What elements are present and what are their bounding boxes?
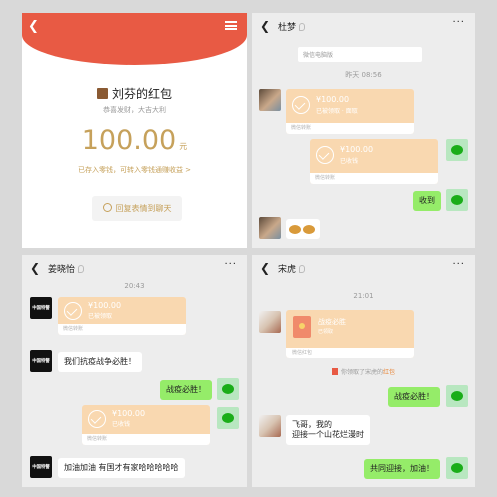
timestamp: 昨天 08:56 xyxy=(345,71,382,79)
check-icon xyxy=(316,146,334,164)
red-packet-icon xyxy=(293,316,311,338)
transfer-amount: ¥100.00 xyxy=(340,145,374,154)
red-packet-name: 战疫必胜 xyxy=(318,318,346,326)
red-packet-status: 已领取 xyxy=(318,329,334,335)
message-bubble[interactable]: 共同迎接，加油！ xyxy=(364,459,440,479)
amount-unit: 元 xyxy=(179,142,188,151)
sender-avatar xyxy=(96,88,108,99)
claim-text: 你领取了宋虎的 xyxy=(340,369,383,376)
red-packet-footer: 微信红包 xyxy=(286,348,414,358)
message-bubble[interactable]: 战疫必胜！ xyxy=(160,380,212,400)
red-packet-sender: 刘芬的红包 xyxy=(22,85,247,102)
avatar[interactable] xyxy=(259,89,281,111)
message-bubble[interactable]: 收到 xyxy=(413,191,441,211)
chat-title: 姜晓怡 xyxy=(48,262,85,275)
avatar[interactable]: 中国特警 xyxy=(30,297,52,319)
transfer-status: 已收钱 xyxy=(340,158,359,165)
chat-panel-songhu: ❮ 宋虎 ··· 21:01 战疫必胜 已领取 微信红包 你领取了宋虎的红包 战… xyxy=(252,255,475,487)
claim-notice: 你领取了宋虎的红包 xyxy=(252,367,475,376)
sender-name: 刘芬的红包 xyxy=(111,87,172,101)
food-shape xyxy=(303,225,315,234)
chat-title: 宋虎 xyxy=(278,262,306,275)
food-shape xyxy=(289,225,301,234)
avatar-label: 中国特警 xyxy=(32,463,50,470)
contact-name: 杜梦 xyxy=(278,23,297,33)
chat-header: ❮ 宋虎 ··· xyxy=(252,255,475,283)
transfer-amount: ¥100.00 xyxy=(88,301,122,310)
transfer-footer: 微信转账 xyxy=(58,324,186,335)
system-message: 微信电脑版 xyxy=(298,47,422,62)
transfer-card[interactable]: ¥100.00 已被领取 · 面取 微信转账 xyxy=(286,89,414,134)
my-avatar[interactable] xyxy=(446,385,468,407)
avatar-label: 中国特警 xyxy=(32,357,50,364)
ear-icon xyxy=(78,265,85,273)
red-packet-note[interactable]: 已存入零钱，可转入零钱通赚收益 > xyxy=(22,165,247,175)
sticker-message[interactable] xyxy=(286,219,320,239)
message-line: 飞哥，我的 xyxy=(292,420,332,429)
back-icon[interactable]: ❮ xyxy=(260,261,270,275)
check-icon xyxy=(292,96,310,114)
back-icon[interactable]: ❮ xyxy=(28,19,39,34)
chat-header: ❮ 杜梦 ··· xyxy=(252,13,475,41)
transfer-footer: 微信转账 xyxy=(310,173,438,184)
menu-icon[interactable] xyxy=(225,21,237,30)
my-avatar[interactable] xyxy=(446,457,468,479)
avatar[interactable] xyxy=(259,311,281,333)
avatar[interactable] xyxy=(259,415,281,437)
transfer-card[interactable]: ¥100.00 已收钱 微信转账 xyxy=(310,139,438,184)
more-icon[interactable]: ··· xyxy=(452,259,465,270)
reply-label: 回复表情到聊天 xyxy=(115,204,172,213)
my-avatar[interactable] xyxy=(446,139,468,161)
check-icon xyxy=(64,302,82,320)
red-packet-wish: 恭喜发财，大吉大利 xyxy=(103,106,166,114)
timestamp: 21:01 xyxy=(353,292,374,300)
transfer-footer: 微信转账 xyxy=(82,434,210,445)
avatar[interactable]: 中国特警 xyxy=(30,456,52,478)
ear-icon xyxy=(299,23,306,31)
message-bubble[interactable]: 飞哥，我的 迎接一个山花烂漫时 xyxy=(286,415,370,445)
my-avatar[interactable] xyxy=(446,189,468,211)
red-packet-icon xyxy=(331,368,338,375)
my-avatar[interactable] xyxy=(217,407,239,429)
claim-link[interactable]: 红包 xyxy=(383,369,395,376)
avatar[interactable] xyxy=(259,217,281,239)
transfer-status: 已被领取 xyxy=(88,313,113,320)
message-bubble[interactable]: 我们抗疫战争必胜！ xyxy=(58,352,142,372)
transfer-card[interactable]: ¥100.00 已被领取 微信转账 xyxy=(58,297,186,335)
red-packet-amount: 100.00 元 xyxy=(22,125,247,156)
chat-header: ❮ 姜晓怡 ··· xyxy=(22,255,247,283)
check-icon xyxy=(88,410,106,428)
transfer-status: 已收钱 xyxy=(112,421,131,428)
transfer-amount: ¥100.00 xyxy=(112,409,146,418)
back-icon[interactable]: ❮ xyxy=(30,261,40,275)
emoji-icon xyxy=(102,203,112,212)
red-packet-detail-panel: ❮ 刘芬的红包 恭喜发财，大吉大利 100.00 元 已存入零钱，可转入零钱通赚收… xyxy=(22,13,247,248)
more-icon[interactable]: ··· xyxy=(224,259,237,270)
more-icon[interactable]: ··· xyxy=(452,17,465,28)
message-bubble[interactable]: 战疫必胜！ xyxy=(388,387,440,407)
chat-panel-jiang: ❮ 姜晓怡 ··· 20:43 中国特警 ¥100.00 已被领取 微信转账 中… xyxy=(22,255,247,487)
timestamp: 20:43 xyxy=(124,282,145,290)
amount-value: 100.00 xyxy=(81,125,177,156)
contact-name: 宋虎 xyxy=(278,265,297,275)
red-packet-header: ❮ xyxy=(22,13,247,65)
transfer-amount: ¥100.00 xyxy=(316,95,350,104)
chat-title: 杜梦 xyxy=(278,20,306,33)
message-line: 迎接一个山花烂漫时 xyxy=(292,430,364,439)
message-bubble[interactable]: 加油加油 有国才有家哈哈哈哈哈 xyxy=(58,458,185,478)
contact-name: 姜晓怡 xyxy=(48,265,76,275)
chat-panel-dumeng: ❮ 杜梦 ··· 微信电脑版 昨天 08:56 ¥100.00 已被领取 · 面… xyxy=(252,13,475,248)
back-icon[interactable]: ❮ xyxy=(260,19,270,33)
avatar[interactable]: 中国特警 xyxy=(30,350,52,372)
ear-icon xyxy=(299,265,306,273)
red-packet-message[interactable]: 战疫必胜 已领取 微信红包 xyxy=(286,310,414,358)
avatar-label: 中国特警 xyxy=(32,304,50,311)
transfer-status: 已被领取 · 面取 xyxy=(316,108,358,115)
reply-emoji-button[interactable]: 回复表情到聊天 xyxy=(92,196,182,221)
transfer-card[interactable]: ¥100.00 已收钱 微信转账 xyxy=(82,405,210,445)
my-avatar[interactable] xyxy=(217,378,239,400)
transfer-footer: 微信转账 xyxy=(286,123,414,134)
